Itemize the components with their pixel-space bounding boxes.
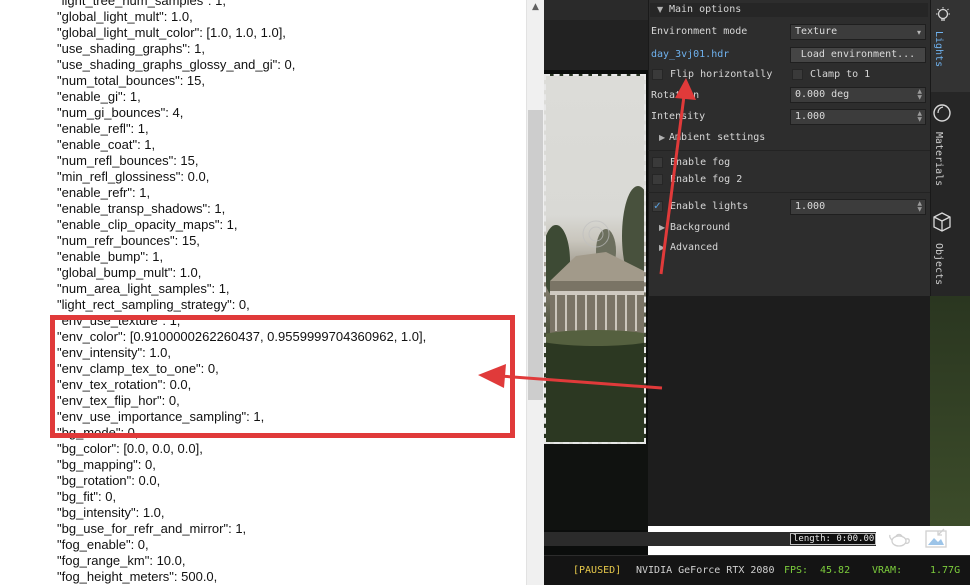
panel-empty-area	[648, 296, 930, 526]
code-line: "bg_mapping": 0,	[57, 457, 156, 472]
lights-intensity-field[interactable]: 1.000 ▲ ▼	[790, 199, 926, 215]
expand-triangle-icon[interactable]: ▶	[659, 223, 665, 233]
code-line: "enable_refl": 1,	[57, 121, 149, 136]
code-line: "enable_refr": 1,	[57, 185, 151, 200]
annotation-highlight-box	[50, 315, 515, 438]
dropdown-arrow-icon: ▾	[916, 28, 921, 37]
enable-lights-checkbox[interactable]: ✓	[652, 201, 663, 212]
fps-label: FPS:	[784, 565, 809, 576]
tab-strip-background	[930, 296, 970, 526]
viewport-top-strip	[544, 0, 648, 20]
spinner-icon[interactable]: ▲ ▼	[917, 89, 922, 101]
paused-badge: [PAUSED]	[573, 565, 622, 576]
tab-lights-label[interactable]: Lights	[933, 31, 944, 67]
rotation-value: 0.000 deg	[795, 89, 850, 100]
lights-intensity-value: 1.000	[795, 201, 826, 212]
enable-fog-label: Enable fog	[670, 157, 731, 168]
vram-label: VRAM:	[872, 565, 903, 576]
code-line: "min_refl_glossiness": 0.0,	[57, 169, 210, 184]
spinner-icon[interactable]: ▲ ▼	[917, 201, 922, 213]
flip-horizontally-checkbox[interactable]	[652, 69, 663, 80]
vertical-scrollbar[interactable]: ▲	[526, 0, 544, 585]
divider	[648, 150, 930, 151]
clamp-label: Clamp to 1	[810, 69, 871, 80]
spinner-icon[interactable]: ▲ ▼	[917, 111, 922, 123]
objects-cube-icon[interactable]	[932, 211, 952, 233]
env-file-name: day_3vj01.hdr	[651, 49, 730, 60]
json-editor[interactable]: "light_tree_num_samples": 1, "global_ligh…	[0, 0, 528, 585]
code-line: "enable_coat": 1,	[57, 137, 156, 152]
code-line: "global_light_mult": 1.0,	[57, 9, 193, 24]
code-line: "fog_range_km": 10.0,	[57, 553, 186, 568]
enable-lights-label: Enable lights	[670, 201, 749, 212]
background-label[interactable]: Background	[670, 222, 730, 234]
render-image	[546, 186, 644, 442]
code-line: "use_shading_graphs": 1,	[57, 41, 206, 56]
rotation-field[interactable]: 0.000 deg ▲ ▼	[790, 87, 926, 103]
code-line: "bg_color": [0.0, 0.0, 0.0],	[57, 441, 203, 456]
code-line: "num_gi_bounces": 4,	[57, 105, 184, 120]
code-line: "light_rect_sampling_strategy": 0,	[57, 297, 250, 312]
section-title[interactable]: Main options	[669, 4, 741, 16]
tab-materials-label[interactable]: Materials	[933, 132, 944, 186]
lightbulb-icon[interactable]	[934, 6, 952, 24]
divider	[648, 192, 930, 193]
code-line: "bg_intensity": 1.0,	[57, 505, 165, 520]
code-line: "enable_gi": 1,	[57, 89, 141, 104]
expand-triangle-icon[interactable]: ▶	[659, 243, 665, 253]
gpu-name: NVIDIA GeForce RTX 2080	[636, 565, 775, 576]
env-mode-value: Texture	[795, 26, 838, 37]
code-line: "num_area_light_samples": 1,	[57, 281, 230, 296]
render-lower-area	[544, 444, 648, 530]
flip-horizontally-label: Flip horizontally	[670, 69, 773, 80]
ambient-settings-label[interactable]: Ambient settings	[669, 132, 765, 144]
code-line: "fog_enable": 0,	[57, 537, 149, 552]
intensity-field[interactable]: 1.000 ▲ ▼	[790, 109, 926, 125]
code-line: "global_bump_mult": 1.0,	[57, 265, 202, 280]
render-preview[interactable]	[544, 74, 646, 444]
code-line: "light_tree_num_samples": 1,	[57, 0, 226, 8]
code-line: "num_refr_bounces": 15,	[57, 233, 200, 248]
clamp-checkbox[interactable]	[792, 69, 803, 80]
vram-value: 1.77G	[930, 565, 961, 576]
code-line: "bg_use_for_refr_and_mirror": 1,	[57, 521, 247, 536]
env-mode-label: Environment mode	[651, 26, 748, 37]
code-line: "num_total_bounces": 15,	[57, 73, 205, 88]
scroll-up-icon[interactable]: ▲	[527, 0, 544, 14]
enable-fog-checkbox[interactable]	[652, 157, 663, 168]
scroll-thumb[interactable]	[528, 110, 543, 400]
code-line: "bg_rotation": 0.0,	[57, 473, 161, 488]
enable-fog-2-label: Enable fog 2	[670, 174, 743, 185]
intensity-value: 1.000	[795, 111, 826, 122]
code-line: "enable_clip_opacity_maps": 1,	[57, 217, 238, 232]
code-line: "global_light_mult_color": [1.0, 1.0, 1.…	[57, 25, 286, 40]
length-readout: length: 0:00.00	[790, 533, 876, 545]
env-mode-select[interactable]: Texture ▾	[790, 24, 926, 40]
code-line: "use_shading_graphs_glossy_and_gi": 0,	[57, 57, 296, 72]
expand-triangle-icon[interactable]: ▶	[659, 133, 665, 143]
tab-objects-label[interactable]: Objects	[933, 243, 944, 285]
code-line: "enable_bump": 1,	[57, 249, 164, 264]
intensity-label: Intensity	[651, 111, 706, 122]
materials-icon[interactable]	[932, 103, 952, 123]
teapot-icon[interactable]	[888, 527, 912, 549]
viewport-toolbar	[544, 20, 648, 70]
code-line: "bg_fit": 0,	[57, 489, 117, 504]
fps-value: 45.82	[820, 565, 851, 576]
advanced-label[interactable]: Advanced	[670, 242, 718, 254]
code-lines: "light_tree_num_samples": 1, "global_ligh…	[57, 0, 528, 585]
code-line: "num_refl_bounces": 15,	[57, 153, 199, 168]
collapse-triangle-icon[interactable]: ▼	[657, 5, 663, 15]
save-render-icon[interactable]	[924, 527, 948, 551]
code-line: "enable_transp_shadows": 1,	[57, 201, 226, 216]
load-environment-button[interactable]: Load environment...	[790, 47, 926, 63]
rotation-label: Rotation	[651, 90, 700, 101]
code-line: "fog_height_meters": 500.0,	[57, 569, 218, 584]
enable-fog-2-checkbox[interactable]	[652, 174, 663, 185]
